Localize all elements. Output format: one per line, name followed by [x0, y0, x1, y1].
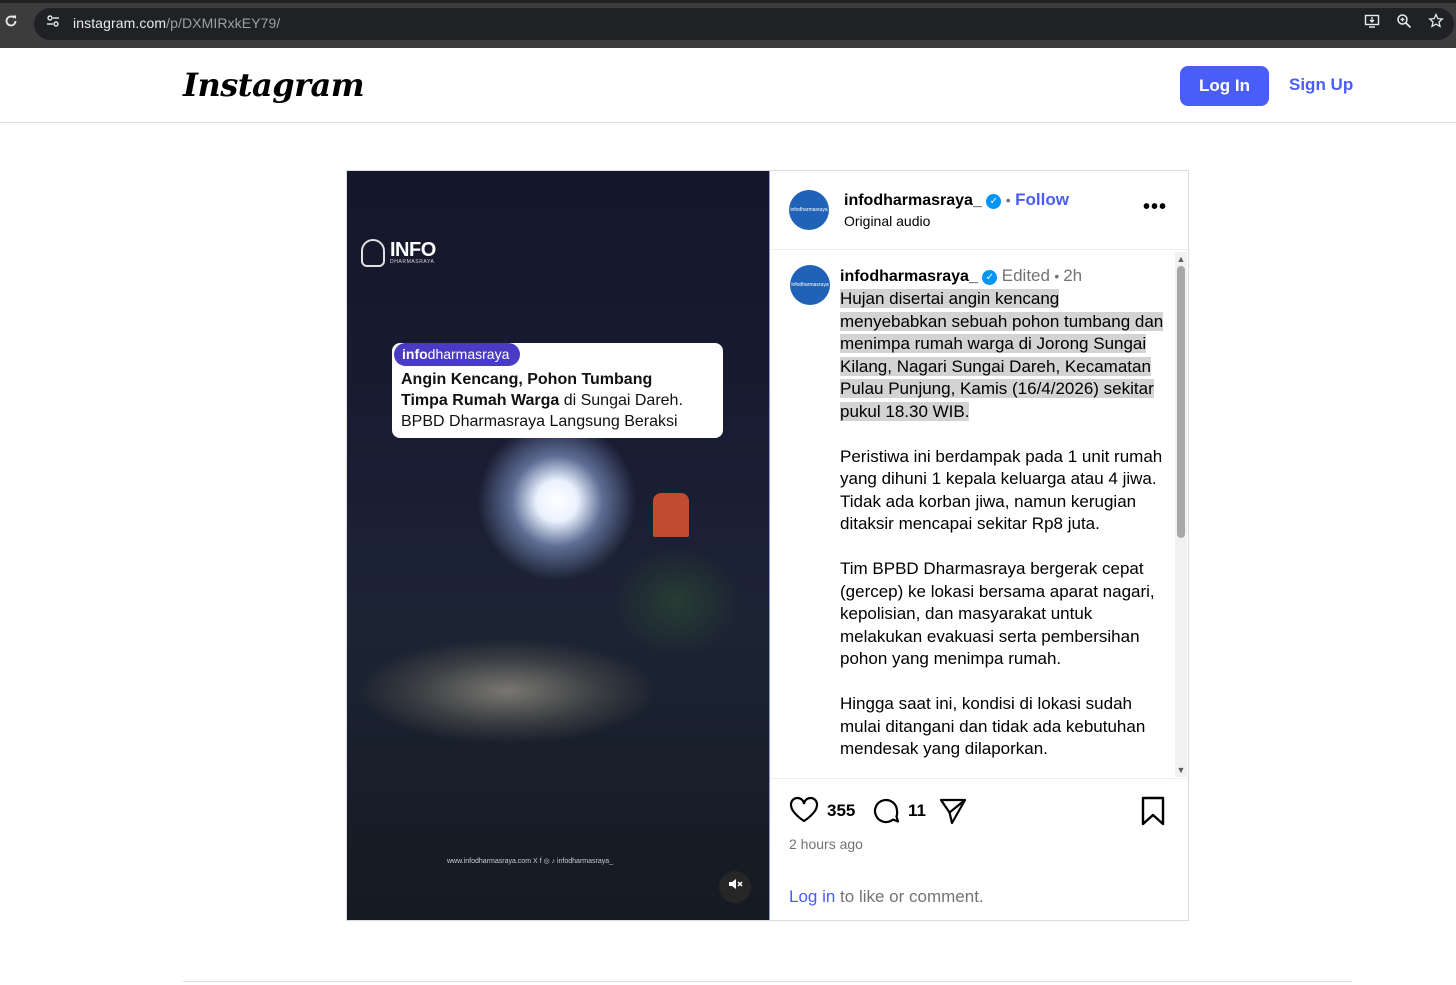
watermark-subtitle: DHARMASRAYA	[390, 259, 435, 265]
bookmark-star-icon[interactable]	[1426, 12, 1446, 33]
post-video[interactable]: INFO DHARMASRAYA infodharmasraya Angin K…	[347, 171, 769, 920]
caption-avatar[interactable]: infodharmasraya	[790, 265, 830, 305]
login-prompt: Log in to like or comment.	[789, 887, 984, 907]
heart-icon[interactable]	[789, 796, 819, 826]
speaker-muted-icon[interactable]	[719, 871, 751, 903]
page-divider	[183, 981, 1352, 982]
caption-paragraph: Hingga saat ini, kondisi di lokasi sudah…	[840, 694, 1146, 758]
scroll-up-arrow-icon[interactable]: ▲	[1176, 254, 1186, 264]
verified-badge-icon: ✓	[982, 270, 998, 285]
video-watermark-logo: INFO DHARMASRAYA	[361, 239, 436, 267]
verified-badge-icon: ✓	[986, 194, 1002, 209]
url-host: instagram.com	[73, 15, 167, 31]
pill-text: dharmasraya	[427, 346, 510, 362]
follow-button[interactable]: Follow	[1015, 190, 1069, 209]
caption-username[interactable]: infodharmasraya_	[840, 268, 978, 285]
edited-label: Edited	[1001, 266, 1050, 285]
headline-line-2-rest: di Sungai Dareh.	[559, 392, 683, 409]
caption-header: infodharmasraya_ ✓ Edited • 2h	[840, 266, 1082, 286]
headline-line-2-bold: Timpa Rumah Warga	[401, 392, 560, 409]
author-avatar[interactable]: infodharmasraya	[789, 190, 829, 230]
video-fallen-tree	[347, 591, 769, 781]
video-rescue-worker	[653, 493, 689, 537]
caption-highlighted-paragraph: Hujan disertai angin kencang menyebabkan…	[840, 289, 1164, 421]
headline-line-3: BPBD Dharmasraya Langsung Beraksi	[401, 413, 678, 430]
site-info-icon[interactable]	[44, 14, 62, 32]
original-audio-link[interactable]: Original audio	[844, 213, 930, 229]
scrollbar-thumb[interactable]	[1177, 266, 1185, 538]
video-brand-pill: infodharmasraya	[394, 343, 521, 366]
scroll-down-arrow-icon[interactable]: ▼	[1176, 765, 1186, 775]
watermark-title: INFO	[390, 239, 436, 261]
caption-text: Hujan disertai angin kencang menyebabkan…	[840, 288, 1165, 777]
zoom-icon[interactable]	[1394, 13, 1414, 33]
comment-icon[interactable]	[871, 796, 901, 826]
caption-age: 2h	[1063, 266, 1083, 285]
install-app-icon[interactable]	[1362, 13, 1382, 33]
post-timestamp[interactable]: 2 hours ago	[789, 836, 863, 852]
log-in-button[interactable]: Log In	[1180, 66, 1269, 106]
share-icon[interactable]	[938, 796, 968, 826]
headline-line-1: Angin Kencang, Pohon Tumbang	[401, 371, 653, 388]
post-author-header	[770, 171, 1188, 250]
login-prompt-text: to like or comment.	[835, 887, 984, 906]
helmet-logo-icon	[361, 239, 385, 267]
author-username[interactable]: infodharmasraya_	[844, 192, 982, 209]
pill-bold-text: info	[402, 346, 428, 362]
reload-icon[interactable]	[2, 14, 20, 32]
more-options-icon[interactable]: •••	[1143, 196, 1167, 219]
actions-divider	[770, 778, 1188, 779]
caption-paragraph: Peristiwa ini berdampak pada 1 unit ruma…	[840, 446, 1163, 534]
video-footer-credits: www.infodharmasraya.com X f ◎ ♪ infodhar…	[447, 858, 614, 865]
caption-paragraph: Tim BPBD Dharmasraya bergerak cepat (ger…	[840, 559, 1155, 668]
like-count[interactable]: 355	[827, 801, 855, 821]
author-line: infodharmasraya_ ✓ • Follow	[844, 190, 1069, 210]
log-in-link[interactable]: Log in	[789, 887, 835, 906]
video-headline: Angin Kencang, Pohon Tumbang Timpa Rumah…	[401, 369, 721, 432]
browser-top-strip	[0, 0, 1456, 3]
dot-separator: •	[1005, 192, 1011, 208]
comment-count[interactable]: 11	[908, 801, 926, 821]
url-text[interactable]: instagram.com/p/DXMIRxkEY79/	[73, 15, 280, 31]
instagram-logo[interactable]: Instagram	[183, 66, 365, 104]
save-bookmark-icon[interactable]	[1140, 796, 1166, 826]
dot-separator: •	[1054, 268, 1064, 284]
sign-up-link[interactable]: Sign Up	[1289, 75, 1353, 95]
url-path: /p/DXMIRxkEY79/	[166, 15, 281, 31]
